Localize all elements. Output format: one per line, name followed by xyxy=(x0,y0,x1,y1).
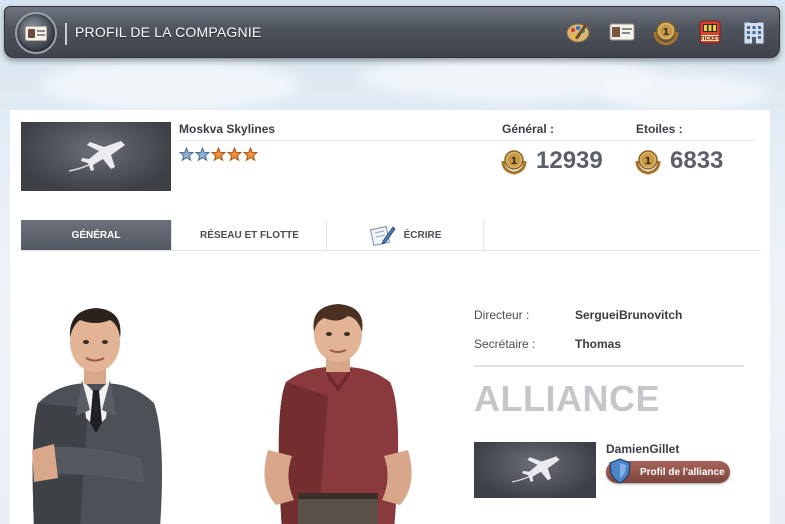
company-profile-panel: Moskva Skylines Général : 1 12939 Etoile… xyxy=(10,110,770,524)
company-logo xyxy=(21,122,171,191)
tab-general[interactable]: GÉNÉRAL xyxy=(21,220,172,250)
building-icon[interactable] xyxy=(739,17,769,47)
top-bar: PROFIL DE LA COMPAGNIE 1 TICKET xyxy=(4,6,780,58)
svg-text:1: 1 xyxy=(663,27,670,38)
star-orange-icon xyxy=(227,147,242,162)
background-cloud xyxy=(40,60,300,110)
alliance-profile-button[interactable]: Profil de l'alliance xyxy=(606,458,730,484)
coin-medal-icon[interactable]: 1 xyxy=(651,17,681,47)
tab-write[interactable]: ÉCRIRE xyxy=(328,220,484,250)
director-label: Directeur : xyxy=(474,308,530,322)
general-score-value: 12939 xyxy=(536,147,603,174)
palette-icon[interactable] xyxy=(563,17,593,47)
tab-network-fleet[interactable]: RÉSEAU ET FLOTTE xyxy=(173,220,327,250)
stars-score: 1 6833 xyxy=(634,147,723,175)
header-divider xyxy=(179,140,754,141)
alliance-member-name[interactable]: DamienGillet xyxy=(606,442,679,456)
secretary-name: Thomas xyxy=(575,337,622,351)
airplane-icon xyxy=(68,140,125,172)
star-rating xyxy=(179,147,258,162)
general-score-label: Général : xyxy=(502,122,555,136)
secretary-label: Secrétaire : xyxy=(474,337,536,351)
stars-score-label: Etoiles : xyxy=(636,122,683,136)
medal-icon: 1 xyxy=(501,150,527,175)
toolbar: 1 TICKET xyxy=(563,17,769,47)
id-card-icon[interactable] xyxy=(607,17,637,47)
stars-score-value: 6833 xyxy=(670,147,724,174)
ticket-icon[interactable]: TICKET xyxy=(695,17,725,47)
star-orange-icon xyxy=(211,147,226,162)
star-blue-icon xyxy=(195,147,210,162)
alliance-heading: ALLIANCE xyxy=(474,378,660,419)
general-score: 1 12939 xyxy=(500,147,603,175)
director-name[interactable]: SergueiBrunovitch xyxy=(575,308,682,322)
airplane-icon xyxy=(511,456,560,483)
alliance-logo xyxy=(474,442,596,498)
secretary-character xyxy=(258,300,418,524)
svg-text:1: 1 xyxy=(645,156,652,167)
medal-icon: 1 xyxy=(635,150,661,175)
shield-icon xyxy=(609,458,631,484)
company-name: Moskva Skylines xyxy=(179,122,276,136)
star-orange-icon xyxy=(243,147,258,162)
alliance-profile-button-label: Profil de l'alliance xyxy=(640,466,725,478)
page-title: PROFIL DE LA COMPAGNIE xyxy=(75,24,262,40)
write-icon xyxy=(369,225,396,246)
director-character xyxy=(20,298,170,524)
background-cloud xyxy=(600,75,770,110)
svg-text:1: 1 xyxy=(511,156,518,167)
profile-badge-icon xyxy=(15,12,57,54)
title-divider xyxy=(65,23,67,45)
svg-text:TICKET: TICKET xyxy=(700,36,720,42)
alliance-divider xyxy=(474,365,744,367)
tab-write-label: ÉCRIRE xyxy=(403,229,442,241)
star-blue-icon xyxy=(179,147,194,162)
profile-tabs: GÉNÉRAL RÉSEAU ET FLOTTE ÉCRIRE xyxy=(21,220,761,251)
